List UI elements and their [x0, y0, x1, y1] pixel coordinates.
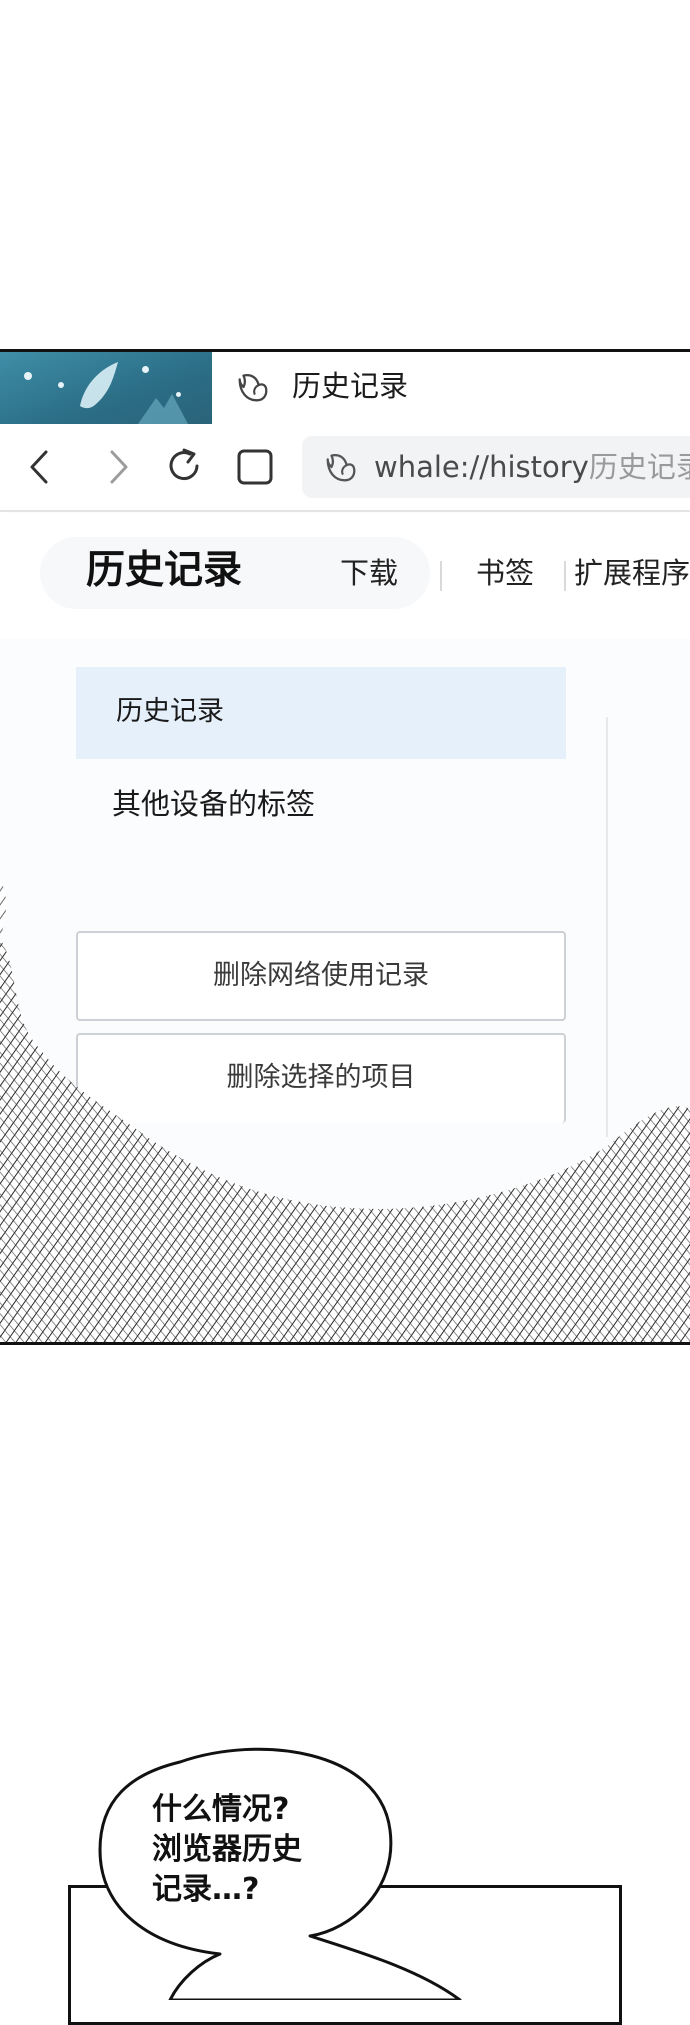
tab-overview-icon[interactable]: [232, 444, 278, 490]
speech-line: 记录…?: [152, 1872, 260, 1907]
extensions-link[interactable]: 扩展程序: [574, 553, 690, 593]
speech-line: 什么情况?: [152, 1792, 290, 1827]
reload-icon[interactable]: [162, 444, 208, 490]
mountain-art-icon: [138, 394, 188, 424]
url-text: whale://history: [374, 450, 589, 484]
tab-history[interactable]: 历史记录: [212, 352, 690, 424]
page-header: 历史记录 下载 书签 扩展程序: [0, 513, 690, 639]
header-separator: [564, 561, 566, 591]
browser-panel: 历史记录 whale://history历史记录 历史记录 下载: [0, 349, 690, 1345]
address-bar-text: whale://history历史记录: [374, 446, 690, 488]
bookmarks-link[interactable]: 书签: [476, 553, 534, 593]
sidebar-item-label: 历史记录: [116, 696, 224, 727]
downloads-link[interactable]: 下载: [340, 553, 398, 593]
content-divider: [606, 717, 608, 1137]
toolbar-divider: [0, 510, 690, 512]
forward-arrow-icon[interactable]: [94, 444, 140, 490]
delete-selected-button[interactable]: 删除选择的项目: [76, 1033, 566, 1123]
tab-strip: 历史记录: [0, 352, 690, 424]
sidebar-item-other-devices[interactable]: 其他设备的标签: [76, 759, 566, 851]
page-title: 历史记录: [86, 548, 243, 593]
speech-bubble-text: 什么情况? 浏览器历史 记录…?: [152, 1790, 372, 1910]
address-bar[interactable]: whale://history历史记录: [302, 436, 690, 498]
header-separator: [440, 561, 442, 591]
history-content: 历史记录 其他设备的标签 删除网络使用记录 删除选择的项目: [0, 639, 690, 1342]
tab-strip-artwork: [0, 352, 212, 424]
speech-line: 浏览器历史: [152, 1832, 302, 1867]
tab-title: 历史记录: [292, 369, 409, 403]
back-arrow-icon[interactable]: [18, 444, 64, 490]
whale-logo-icon: [326, 454, 356, 482]
sidebar-item-history[interactable]: 历史记录: [76, 667, 566, 759]
browser-toolbar: whale://history历史记录: [0, 424, 690, 512]
url-page-name: 历史记录: [588, 450, 690, 484]
whale-logo-icon: [238, 374, 268, 402]
whale-tail-art-icon: [80, 362, 118, 409]
sidebar-item-label: 其他设备的标签: [112, 787, 316, 821]
clear-browsing-data-button[interactable]: 删除网络使用记录: [76, 931, 566, 1021]
